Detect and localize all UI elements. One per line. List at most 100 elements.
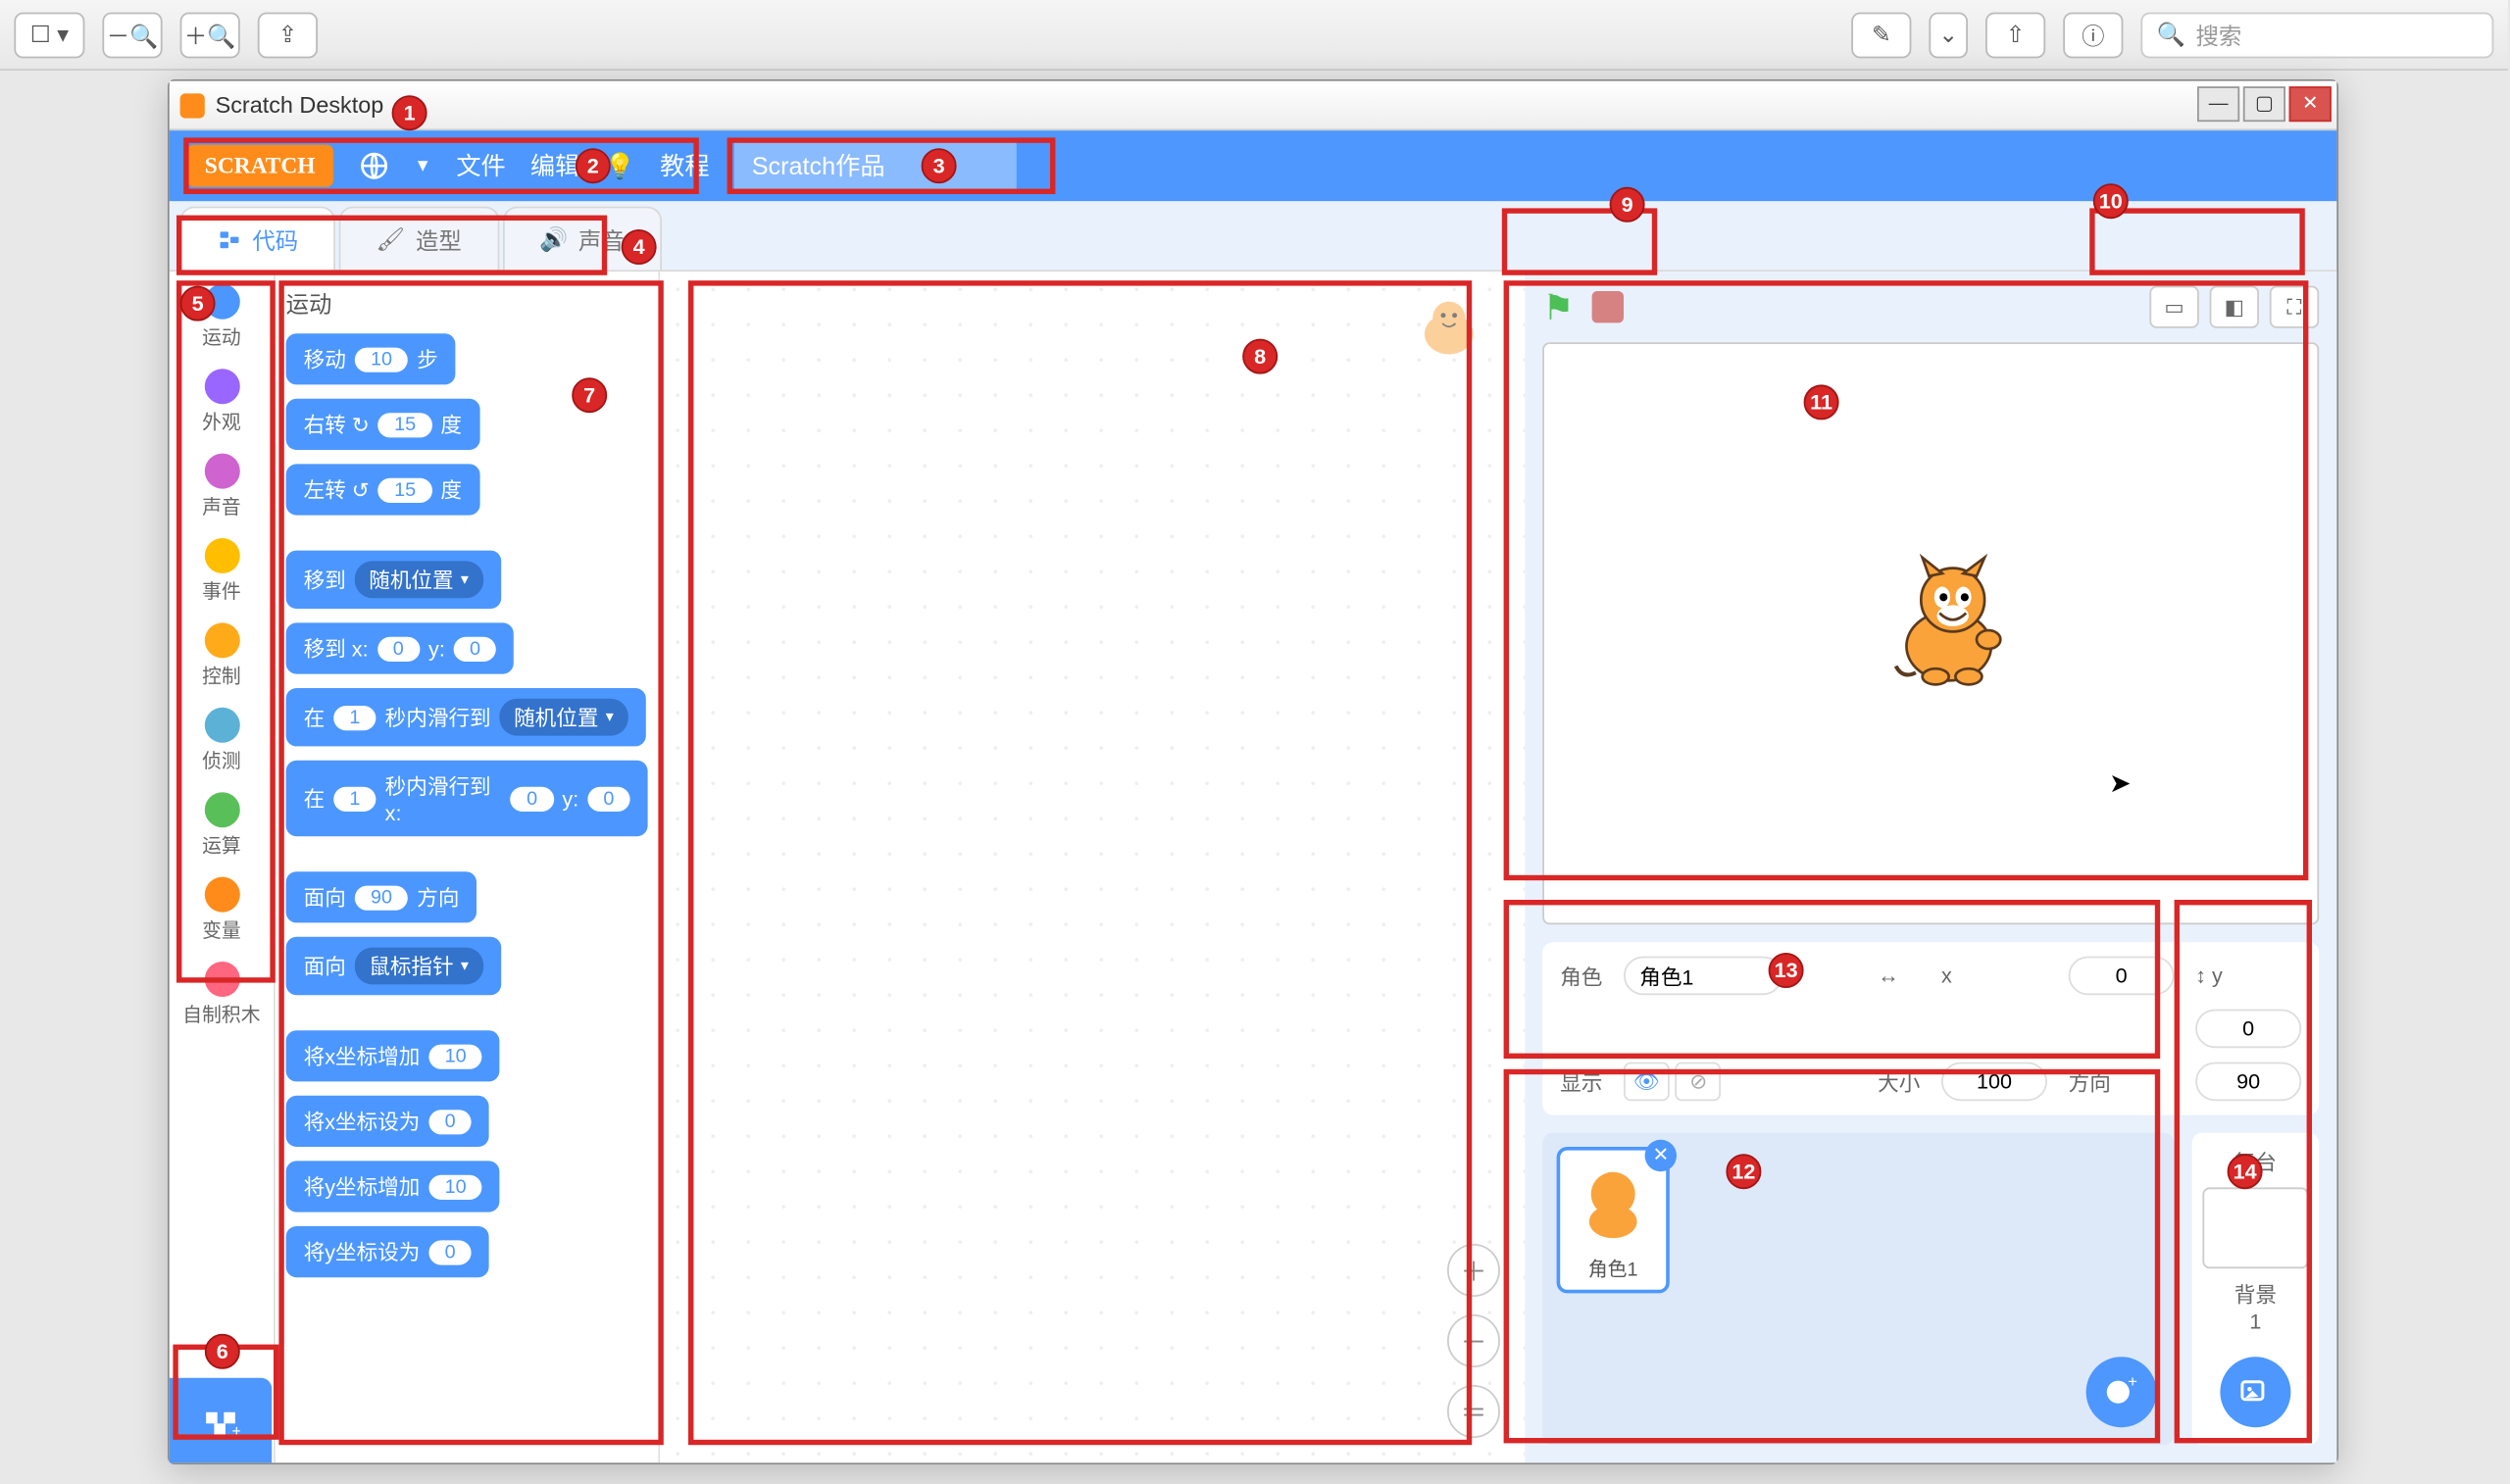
close-button[interactable]: ✕ — [2289, 86, 2332, 122]
edit-dropdown[interactable]: ⌄ — [1929, 12, 1968, 58]
category-dot-icon — [204, 454, 239, 489]
app-title: Scratch Desktop — [216, 92, 384, 119]
category-控制[interactable]: 控制 — [202, 618, 241, 695]
category-dot-icon — [204, 792, 239, 827]
upload-button[interactable]: ⇧ — [1985, 12, 2045, 58]
menu-edit[interactable]: 编辑 — [530, 148, 579, 183]
cat-plus-icon: + — [2102, 1372, 2141, 1411]
category-dot-icon — [204, 369, 239, 404]
workspace: 运动外观声音事件控制侦测运算变量自制积木 运动 移动10步 右转 ↻15度 左转… — [170, 272, 2336, 1462]
block-point-towards[interactable]: 面向鼠标指针 — [286, 937, 501, 995]
stage-area[interactable]: ➤ — [1542, 342, 2319, 924]
project-name-input[interactable]: Scratch作品 — [734, 137, 1017, 194]
maximize-button[interactable]: ▢ — [2243, 86, 2285, 122]
category-外观[interactable]: 外观 — [202, 364, 241, 441]
menu-file[interactable]: 文件 — [456, 148, 505, 183]
tab-sounds-label: 声音 — [578, 223, 625, 256]
zoom-out-button[interactable]: －🔍 — [102, 12, 162, 58]
share-button[interactable]: ⇪ — [258, 12, 318, 58]
category-事件[interactable]: 事件 — [202, 533, 241, 611]
category-dot-icon — [204, 708, 239, 743]
add-extension-button[interactable]: + — [170, 1378, 272, 1462]
block-point-direction[interactable]: 面向90方向 — [286, 871, 477, 922]
stage-fullscreen-button[interactable]: ⛶ — [2270, 286, 2319, 328]
right-panel: ⚑ ▭ ◧ ⛶ — [1525, 272, 2336, 1462]
zoom-in-canvas-button[interactable]: ＋ — [1447, 1244, 1500, 1297]
sprite-direction-input[interactable] — [2195, 1063, 2301, 1102]
sidebar-toggle-button[interactable]: ☐ ▾ — [14, 12, 84, 58]
category-声音[interactable]: 声音 — [202, 448, 241, 525]
add-backdrop-button[interactable] — [2220, 1357, 2290, 1427]
block-set-y[interactable]: 将y坐标设为0 — [286, 1226, 489, 1277]
category-dot-icon — [204, 538, 239, 573]
edit-button[interactable]: ✎ — [1851, 12, 1911, 58]
block-move-steps[interactable]: 移动10步 — [286, 333, 456, 384]
tab-code[interactable]: 代码 — [180, 207, 335, 271]
minimize-button[interactable]: — — [2197, 86, 2239, 122]
palette-header: 运动 — [286, 286, 648, 320]
code-canvas[interactable]: ＋ － ＝ — [660, 272, 1525, 1462]
zoom-reset-button[interactable]: ＝ — [1447, 1385, 1500, 1438]
block-glide-random[interactable]: 在1秒内滑行到随机位置 — [286, 688, 646, 746]
scratch-logo[interactable]: SCRATCH — [187, 145, 333, 187]
category-自制积木[interactable]: 自制积木 — [182, 957, 260, 1034]
menu-tutorials[interactable]: 教程 — [660, 148, 709, 183]
block-change-x[interactable]: 将x坐标增加10 — [286, 1030, 500, 1081]
block-turn-cw[interactable]: 右转 ↻15度 — [286, 399, 479, 450]
block-glide-xy[interactable]: 在1秒内滑行到 x:0y:0 — [286, 761, 648, 836]
stop-button[interactable] — [1591, 291, 1623, 322]
green-flag-button[interactable]: ⚑ — [1542, 285, 1574, 329]
search-input[interactable]: 🔍 搜索 — [2140, 12, 2493, 58]
direction-label: 方向 — [2069, 1066, 2175, 1097]
category-dot-icon — [204, 877, 239, 913]
stage-small-button[interactable]: ▭ — [2149, 286, 2198, 328]
blocks-palette: 运动 移动10步 右转 ↻15度 左转 ↺15度 移到随机位置 移到 x:0y:… — [276, 272, 660, 1462]
category-变量[interactable]: 变量 — [202, 871, 241, 949]
sprite-x-input[interactable] — [2069, 957, 2175, 996]
tab-costumes[interactable]: 🖌 造型 — [339, 207, 499, 271]
sprite-size-input[interactable] — [1941, 1063, 2047, 1102]
block-change-y[interactable]: 将y坐标增加10 — [286, 1161, 500, 1212]
annotation-5: 5 — [180, 286, 216, 322]
annotation-2: 2 — [576, 148, 611, 183]
stage-large-button[interactable]: ◧ — [2210, 286, 2259, 328]
category-运算[interactable]: 运算 — [202, 787, 241, 865]
language-icon[interactable] — [358, 150, 389, 181]
sprite-list-panel: ✕ 角色1 + — [1542, 1133, 2174, 1446]
annotation-12: 12 — [1726, 1154, 1761, 1189]
info-button[interactable]: ⓘ — [2063, 12, 2123, 58]
category-侦测[interactable]: 侦测 — [202, 702, 241, 779]
stage-thumbnail[interactable] — [2202, 1187, 2308, 1268]
sprite-show-button[interactable]: 👁 — [1624, 1063, 1670, 1102]
annotation-7: 7 — [572, 377, 607, 413]
sprite-name-input[interactable] — [1624, 957, 1782, 996]
brush-icon: 🖌 — [376, 225, 405, 254]
sprite-card[interactable]: ✕ 角色1 — [1557, 1147, 1670, 1293]
zoom-in-button[interactable]: ＋🔍 — [180, 12, 240, 58]
block-set-x[interactable]: 将x坐标设为0 — [286, 1096, 489, 1147]
sprite-y-input[interactable] — [2195, 1010, 2301, 1049]
block-goto-xy[interactable]: 移到 x:0y:0 — [286, 622, 515, 673]
category-dot-icon — [204, 962, 239, 997]
backdrops-count: 1 — [2199, 1310, 2312, 1334]
annotation-6: 6 — [205, 1334, 240, 1369]
sprite-info-panel: 角色 ↔ x ↕ y 显示 👁 ⊘ 大小 方向 — [1542, 942, 2319, 1114]
sprite-hide-button[interactable]: ⊘ — [1676, 1063, 1722, 1102]
add-sprite-button[interactable]: + — [2086, 1357, 2157, 1427]
menubar: SCRATCH ▼ 文件 编辑 💡 教程 Scratch作品 — [170, 130, 2336, 201]
app-icon — [180, 93, 205, 118]
scratch-cat-sprite[interactable] — [1877, 547, 2035, 706]
block-goto-random[interactable]: 移到随机位置 — [286, 551, 501, 609]
image-plus-icon — [2237, 1374, 2273, 1410]
tabs-row: 代码 🖌 造型 🔊 声音 — [170, 201, 2336, 272]
annotation-14: 14 — [2228, 1154, 2263, 1189]
zoom-out-canvas-button[interactable]: － — [1447, 1314, 1500, 1367]
annotation-10: 10 — [2093, 183, 2129, 219]
mac-toolbar: ☐ ▾ －🔍 ＋🔍 ⇪ ✎ ⌄ ⇧ ⓘ 🔍 搜索 — [0, 0, 2508, 71]
cursor-icon: ➤ — [2109, 767, 2132, 799]
category-dot-icon — [204, 622, 239, 658]
delete-sprite-button[interactable]: ✕ — [1645, 1140, 1677, 1171]
show-label: 显示 — [1560, 1066, 1602, 1097]
titlebar: Scratch Desktop — ▢ ✕ — [170, 81, 2336, 130]
block-turn-ccw[interactable]: 左转 ↺15度 — [286, 464, 479, 515]
